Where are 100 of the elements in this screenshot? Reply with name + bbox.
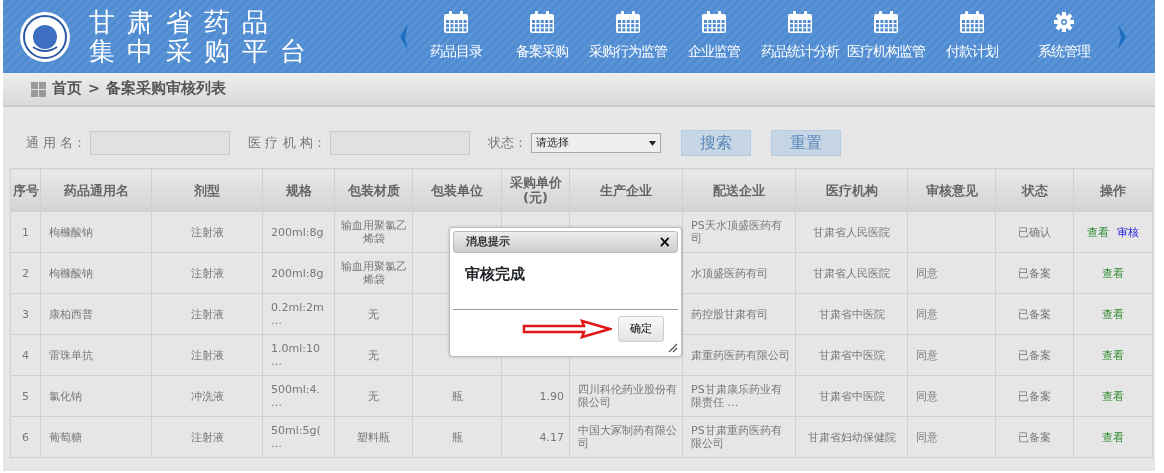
dialog-title: 消息提示 [466, 233, 510, 250]
table-cell: 葡萄糖 [49, 430, 82, 444]
view-link[interactable]: 查看 [1102, 389, 1124, 403]
column-header: 审核意见 [907, 168, 996, 212]
calendar-icon [615, 11, 641, 34]
view-link[interactable]: 查看 [1087, 225, 1109, 239]
audit-link[interactable]: 审核 [1117, 225, 1139, 239]
status-select[interactable]: 请选择 [530, 133, 661, 153]
table-cell: 输血用聚氯乙烯袋 [340, 260, 407, 286]
nav-item[interactable]: 药品目录 [413, 11, 499, 62]
table-cell: 3 [22, 307, 29, 321]
table-cell: 瓶 [451, 389, 463, 403]
table-cell: 5 [22, 389, 29, 403]
table-cell: 甘肃省中医院 [818, 389, 885, 403]
table-cell: 50ml:5g( … [271, 424, 321, 450]
close-button[interactable]: × [658, 234, 671, 250]
table-cell: 枸橼酸钠 [49, 266, 93, 280]
calendar-icon [959, 11, 985, 34]
table-cell: 冲洗液 [190, 389, 224, 403]
nav-item[interactable]: 系统管理 [1021, 11, 1107, 62]
table-cell: 雷珠单抗 [49, 348, 93, 362]
table-cell: 同意 [916, 348, 938, 362]
table-cell: 康柏西普 [49, 307, 93, 321]
chevron-left-icon [399, 23, 409, 50]
table-cell: 注射液 [190, 430, 224, 444]
table-cell: 4 [22, 348, 29, 362]
settings-icon [1051, 11, 1077, 34]
field-label: 医 疗 机 构： [248, 134, 326, 153]
nav-item[interactable]: 备案采购 [499, 11, 585, 62]
table-cell: 注射液 [190, 348, 224, 362]
table-cell: 200ml:8g [271, 225, 324, 239]
table-cell: 中国大冢制药有限公司 [578, 424, 677, 450]
resize-grip-icon [668, 343, 678, 353]
table-cell: 已备案 [1018, 266, 1051, 280]
nav-item[interactable]: 药品统计分析 [757, 11, 843, 62]
table-cell: 已备案 [1018, 307, 1051, 321]
table-cell: 瓶 [451, 430, 463, 444]
column-header: 序号 [10, 168, 41, 212]
table-cell: 1 [22, 225, 29, 239]
calendar-icon [701, 11, 727, 34]
view-link[interactable]: 查看 [1102, 430, 1124, 444]
table-cell: 无 [368, 348, 379, 362]
field-label: 状态： [487, 134, 527, 153]
column-header: 配送企业 [682, 168, 796, 212]
table-cell: 塑料瓶 [357, 430, 390, 444]
nav-item[interactable]: 采购行为监管 [585, 11, 671, 62]
column-header: 采购单价 (元) [501, 168, 570, 212]
column-header: 状态 [995, 168, 1074, 212]
table-cell: 药控股甘肃有司 [691, 307, 768, 321]
ok-button[interactable]: 确定 [618, 316, 664, 342]
breadcrumb-current: 备案采购审核列表 [106, 79, 227, 99]
calendar-icon [443, 11, 469, 34]
table-cell: 甘肃省中医院 [818, 348, 885, 362]
table-cell: 四川科伦药业股份有限公司 [578, 383, 677, 409]
table-cell-text: PS甘肃康乐药业有限责任 … [691, 383, 783, 409]
banner-title: 甘 肃 省 药 品 [89, 7, 272, 37]
table-cell-text: PS天水顶盛医药有司 [691, 219, 783, 245]
table-cell: 甘肃省中医院 [818, 307, 885, 321]
table-cell: 已确认 [1018, 225, 1051, 239]
table-cell: 无 [368, 389, 379, 403]
column-header: 操作 [1073, 168, 1153, 212]
table-cell: 注射液 [190, 266, 224, 280]
table-cell: 氯化钠 [49, 389, 82, 403]
calendar-icon [787, 11, 813, 34]
table-cell: 6 [22, 430, 29, 444]
column-header: 医疗机构 [795, 168, 908, 212]
column-header: 药品通用名 [40, 168, 152, 212]
nav-item[interactable]: 企业监管 [671, 11, 757, 62]
table-cell-text: PS甘肃重药医药有限公司 [691, 424, 783, 450]
view-link[interactable]: 查看 [1102, 307, 1124, 321]
table-cell: 输血用聚氯乙烯袋 [340, 219, 407, 245]
input-field[interactable] [90, 131, 231, 155]
home-link[interactable]: 首页 [52, 78, 82, 100]
table-cell: 已备案 [1018, 430, 1051, 444]
input-field[interactable] [329, 131, 470, 155]
table-cell: 注射液 [190, 307, 224, 321]
nav-item[interactable]: 医疗机构监管 [843, 11, 929, 62]
table-cell: 同意 [916, 430, 938, 444]
table-cell: 无 [368, 307, 379, 321]
table-cell: 甘肃省妇幼保健院 [807, 430, 896, 444]
table-cell: 200ml:8g [271, 266, 324, 280]
table-cell: 同意 [916, 266, 938, 280]
column-header: 规格 [262, 168, 335, 212]
reset-button[interactable]: 重置 [770, 130, 841, 156]
nav-item[interactable]: 付款计划 [929, 11, 1015, 62]
table-cell: 0.2ml:2m … [271, 301, 324, 327]
table-cell: 同意 [916, 307, 938, 321]
column-header: 剂型 [151, 168, 263, 212]
table-cell: 水顶盛医药有司 [691, 266, 768, 280]
chevron-right-icon [1117, 23, 1127, 50]
dialog-message: 审核完成 [464, 264, 526, 285]
breadcrumb-separator: > [88, 79, 101, 99]
calendar-icon [873, 11, 899, 34]
table-cell: 肃重药医药有限公司 [691, 348, 790, 362]
search-button[interactable]: 搜索 [680, 130, 751, 156]
emblem-icon [19, 10, 71, 63]
view-link[interactable]: 查看 [1102, 266, 1124, 280]
table-cell: 甘肃省人民医院 [813, 266, 890, 280]
table-cell: 甘肃省人民医院 [813, 225, 890, 239]
view-link[interactable]: 查看 [1102, 348, 1124, 362]
